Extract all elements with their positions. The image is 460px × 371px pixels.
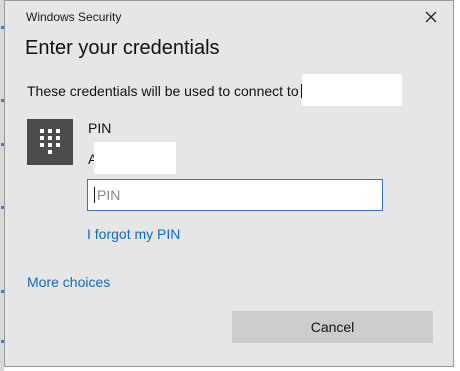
more-choices-link[interactable]: More choices (27, 274, 110, 290)
close-button[interactable] (415, 4, 447, 30)
redacted-username (94, 142, 176, 174)
credentials-dialog: Windows Security Enter your credentials … (4, 0, 454, 367)
forgot-pin-link[interactable]: I forgot my PIN (87, 226, 180, 242)
credential-type-label: PIN (88, 120, 112, 136)
pin-tile (27, 119, 73, 165)
background-right-strip (454, 0, 460, 371)
text-caret (94, 187, 95, 203)
dialog-title: Windows Security (26, 10, 122, 24)
keypad-icon (40, 129, 60, 154)
description-text: These credentials will be used to connec… (27, 83, 303, 99)
pin-input[interactable] (87, 179, 383, 211)
description-label: These credentials will be used to connec… (27, 83, 299, 99)
close-icon (425, 11, 437, 23)
redacted-server-name (302, 74, 402, 106)
cancel-button[interactable]: Cancel (232, 311, 433, 343)
dialog-heading: Enter your credentials (25, 37, 220, 59)
